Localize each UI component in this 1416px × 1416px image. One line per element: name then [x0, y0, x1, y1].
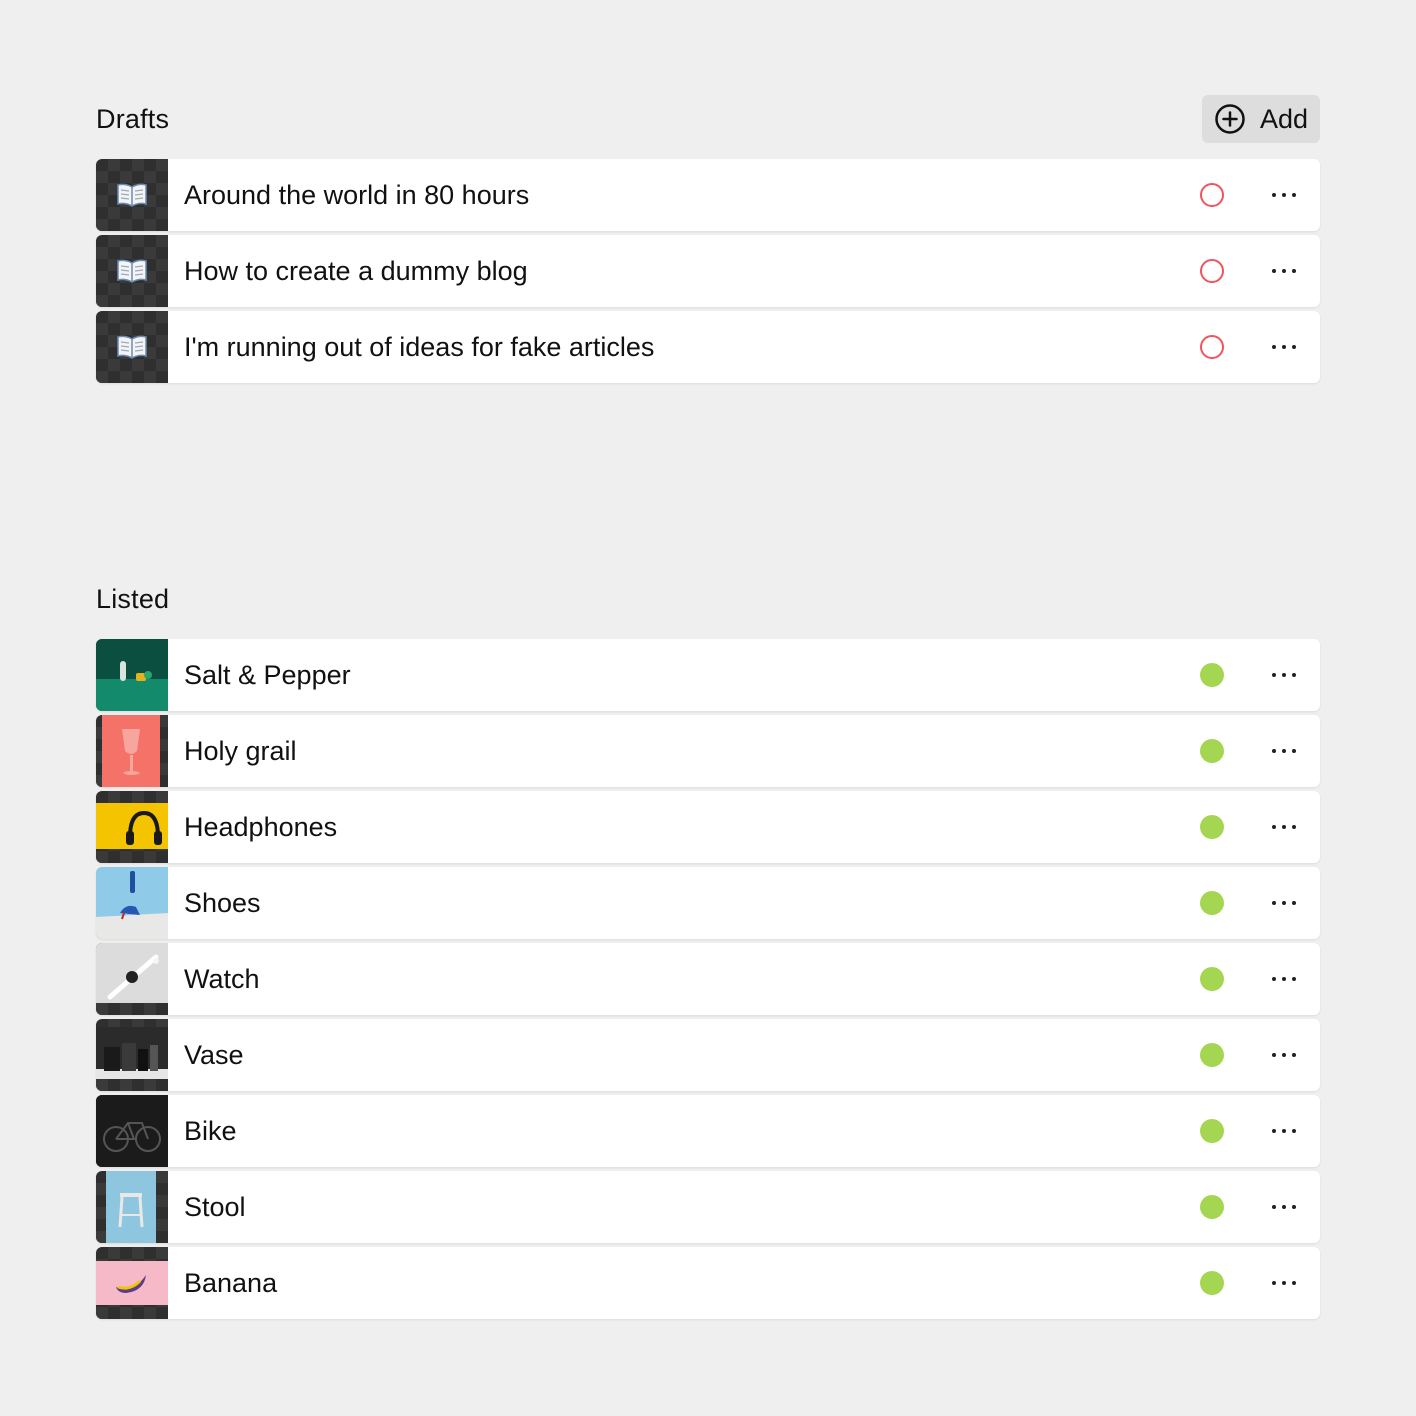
draft-title: Around the world in 80 hours — [184, 179, 530, 210]
status-dot-icon — [1200, 1195, 1224, 1219]
listed-title-text: Bike — [184, 1115, 237, 1146]
listed-title-text: Banana — [184, 1267, 278, 1298]
listed-status-indicator[interactable] — [1188, 1259, 1236, 1307]
salt-pepper-thumbnail — [96, 639, 168, 711]
draft-row[interactable]: I'm running out of ideas for fake articl… — [96, 311, 1320, 383]
listed-title-text: Shoes — [184, 887, 261, 918]
add-button-label: Add — [1259, 103, 1308, 134]
listed-status-indicator[interactable] — [1188, 727, 1236, 775]
listed-row[interactable]: Vase — [96, 1019, 1320, 1091]
draft-status-indicator[interactable] — [1188, 171, 1236, 219]
more-horizontal-icon[interactable] — [1260, 1259, 1308, 1307]
more-horizontal-icon[interactable] — [1260, 955, 1308, 1003]
status-dot-icon — [1200, 1119, 1224, 1143]
draft-row[interactable]: Around the world in 80 hours — [96, 159, 1320, 231]
listed-status-indicator[interactable] — [1188, 955, 1236, 1003]
status-dot-icon — [1200, 1043, 1224, 1067]
status-circle-icon — [1200, 335, 1224, 359]
listed-status-indicator[interactable] — [1188, 651, 1236, 699]
listed-status-indicator[interactable] — [1188, 879, 1236, 927]
status-dot-icon — [1200, 739, 1224, 763]
draft-title: I'm running out of ideas for fake articl… — [184, 331, 655, 362]
listed-row[interactable]: Headphones — [96, 791, 1320, 863]
listed-row[interactable]: Bike — [96, 1095, 1320, 1167]
listed-title-text: Holy grail — [184, 735, 297, 766]
listed-row[interactable]: Stool — [96, 1171, 1320, 1243]
listed-status-indicator[interactable] — [1188, 1107, 1236, 1155]
open-book-icon — [96, 235, 168, 307]
listed-status-indicator[interactable] — [1188, 1183, 1236, 1231]
watch-thumbnail — [96, 943, 168, 1015]
plus-circle-icon — [1215, 104, 1245, 134]
listed-section: Listed Salt & Pepper Holy grail Headphon… — [96, 575, 1320, 1319]
status-dot-icon — [1200, 663, 1224, 687]
banana-thumbnail — [96, 1247, 168, 1319]
listed-list: Salt & Pepper Holy grail Headphones Shoe… — [96, 639, 1320, 1319]
more-horizontal-icon[interactable] — [1260, 727, 1308, 775]
draft-status-indicator[interactable] — [1188, 247, 1236, 295]
bike-thumbnail — [96, 1095, 168, 1167]
listed-title-text: Vase — [184, 1039, 244, 1070]
listed-title: Listed — [96, 583, 170, 614]
headphones-thumbnail — [96, 791, 168, 863]
status-circle-icon — [1200, 183, 1224, 207]
listed-title-text: Stool — [184, 1191, 246, 1222]
open-book-icon — [96, 159, 168, 231]
add-button[interactable]: Add — [1201, 95, 1320, 143]
draft-thumbnail — [96, 235, 168, 307]
draft-thumbnail — [96, 159, 168, 231]
listed-status-indicator[interactable] — [1188, 1031, 1236, 1079]
more-horizontal-icon[interactable] — [1260, 1031, 1308, 1079]
listed-title-text: Headphones — [184, 811, 338, 842]
more-horizontal-icon[interactable] — [1260, 247, 1308, 295]
draft-status-indicator[interactable] — [1188, 323, 1236, 371]
shoes-thumbnail — [96, 867, 168, 939]
listed-title-text: Watch — [184, 963, 260, 994]
more-horizontal-icon[interactable] — [1260, 1107, 1308, 1155]
listed-row[interactable]: Banana — [96, 1247, 1320, 1319]
status-circle-icon — [1200, 259, 1224, 283]
listed-row[interactable]: Holy grail — [96, 715, 1320, 787]
listed-row[interactable]: Shoes — [96, 867, 1320, 939]
vase-thumbnail — [96, 1019, 168, 1091]
listed-title-text: Salt & Pepper — [184, 659, 351, 690]
listed-header: Listed — [96, 575, 1320, 623]
more-horizontal-icon[interactable] — [1260, 323, 1308, 371]
more-horizontal-icon[interactable] — [1260, 803, 1308, 851]
more-horizontal-icon[interactable] — [1260, 879, 1308, 927]
listed-status-indicator[interactable] — [1188, 803, 1236, 851]
stool-thumbnail — [96, 1171, 168, 1243]
status-dot-icon — [1200, 815, 1224, 839]
status-dot-icon — [1200, 1271, 1224, 1295]
listed-row[interactable]: Watch — [96, 943, 1320, 1015]
holy-grail-thumbnail — [96, 715, 168, 787]
listed-row[interactable]: Salt & Pepper — [96, 639, 1320, 711]
drafts-title: Drafts — [96, 103, 170, 134]
status-dot-icon — [1200, 891, 1224, 915]
draft-row[interactable]: How to create a dummy blog — [96, 235, 1320, 307]
draft-thumbnail — [96, 311, 168, 383]
drafts-list: Around the world in 80 hours How to crea… — [96, 159, 1320, 383]
more-horizontal-icon[interactable] — [1260, 651, 1308, 699]
draft-title: How to create a dummy blog — [184, 255, 528, 286]
drafts-header: Drafts Add — [96, 95, 1320, 143]
drafts-section: Drafts Add Around the world in 80 hours … — [96, 95, 1320, 383]
open-book-icon — [96, 311, 168, 383]
more-horizontal-icon[interactable] — [1260, 171, 1308, 219]
more-horizontal-icon[interactable] — [1260, 1183, 1308, 1231]
status-dot-icon — [1200, 967, 1224, 991]
